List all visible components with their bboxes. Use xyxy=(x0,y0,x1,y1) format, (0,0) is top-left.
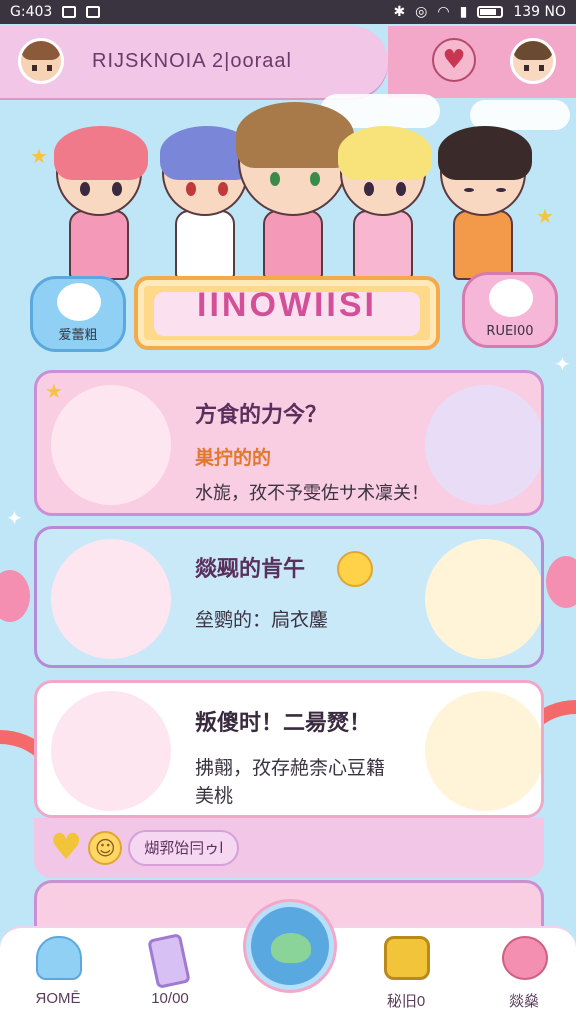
nav-phone[interactable]: 10/00 xyxy=(130,932,210,1016)
alarm-icon: ◎ xyxy=(415,4,428,20)
notification-icon xyxy=(62,6,77,18)
card-description: 拂翸，孜存赩柰心豆籍 xyxy=(195,758,386,779)
left-mascot-button[interactable]: 爱蕾粗 xyxy=(30,276,126,352)
center-mascot-icon xyxy=(271,933,311,963)
gallery-icon xyxy=(86,6,101,18)
chip-button[interactable]: 煳郛饴冃ゥl xyxy=(128,830,240,866)
banner-plate: IINOWIISI xyxy=(134,276,440,350)
nav-profile-label: 燚燊 xyxy=(508,993,539,1010)
nav-goggles-label: 秘旧0 xyxy=(386,993,426,1010)
left-mascot-label: 爱蕾粗 xyxy=(58,328,98,343)
card-portrait-girl xyxy=(425,385,541,505)
card-title: 燚觋的肯午 xyxy=(195,556,306,581)
nav-home[interactable]: ЯOMĒ xyxy=(18,932,98,1016)
hero-characters: ★ ★ xyxy=(0,94,576,280)
heart-icon[interactable]: ♥ xyxy=(432,38,476,82)
card-portrait-dark-hair xyxy=(51,691,171,811)
profile-avatar[interactable] xyxy=(18,38,64,84)
status-right-text: 139 NO xyxy=(513,4,566,20)
title-banner: 爱蕾粗 IINOWIISI RUEI00 xyxy=(30,272,558,352)
card-portrait-redhead xyxy=(51,539,171,659)
card-portrait-yellow-hair xyxy=(425,691,541,811)
card-portrait-boy xyxy=(51,385,171,505)
card-subtitle: 垒鹦的：扃衣鏖 xyxy=(195,610,329,631)
heart-icon[interactable]: ♥ xyxy=(50,830,82,866)
phone-icon xyxy=(147,933,191,989)
character-blonde xyxy=(338,126,432,280)
bluetooth-icon: ✱ xyxy=(393,4,406,20)
signal-icon: ▮ xyxy=(459,4,468,20)
status-bar: G:403 ✱ ◎ ◠ ▮ 139 NO xyxy=(0,0,576,24)
right-mascot-button[interactable]: RUEI00 xyxy=(462,272,558,348)
goggles-icon xyxy=(384,936,430,980)
character-pink-cat xyxy=(54,126,148,280)
chick-icon xyxy=(337,551,373,587)
card-subtitle: 巣拧的的 xyxy=(195,448,272,469)
card-portrait-blonde xyxy=(425,539,541,659)
friend-avatar[interactable] xyxy=(510,38,556,84)
card-title: 方食的力今？ xyxy=(195,402,328,427)
character-dark-hair xyxy=(438,126,532,280)
cloud-icon xyxy=(36,936,82,980)
content-card[interactable]: 叛傻时！二昜燹！ 拂翸，孜存赩柰心豆籍 美桃 xyxy=(34,680,544,818)
card-title: 叛傻时！二昜燹！ xyxy=(195,710,372,735)
pink-blob-icon xyxy=(502,936,548,980)
nav-home-label: ЯOMĒ xyxy=(35,990,81,1007)
nav-profile[interactable]: 燚燊 xyxy=(484,932,564,1016)
nav-phone-label: 10/00 xyxy=(151,990,189,1007)
wifi-icon: ◠ xyxy=(437,4,450,20)
app-header: RIJSKNOIA 2|ooraal ♥ xyxy=(0,24,576,104)
smile-icon[interactable]: ☺ xyxy=(88,831,123,865)
card-description-cont: 美桃 xyxy=(195,786,234,807)
card-description: 水旎，孜不予雯佐サ术凜关！ xyxy=(195,483,429,503)
content-card[interactable]: 燚觋的肯午 垒鹦的：扃衣鏖 xyxy=(34,526,544,668)
banner-title: IINOWIISI xyxy=(197,286,377,324)
nav-goggles[interactable]: 秘旧0 xyxy=(366,932,446,1016)
content-card[interactable]: ★ 方食的力今？ 巣拧的的 水旎，孜不予雯佐サ术凜关！ xyxy=(34,370,544,516)
app-title: RIJSKNOIA 2|ooraal xyxy=(92,50,292,72)
battery-icon xyxy=(477,6,504,18)
right-mascot-label: RUEI00 xyxy=(486,324,534,339)
status-time: G:403 xyxy=(10,4,53,20)
character-brown-hair xyxy=(236,102,354,280)
reaction-chips: ♥ ☺ 煳郛饴冃ゥl xyxy=(50,826,256,870)
center-action-button[interactable] xyxy=(246,902,334,990)
character-blue-hair xyxy=(160,126,254,280)
